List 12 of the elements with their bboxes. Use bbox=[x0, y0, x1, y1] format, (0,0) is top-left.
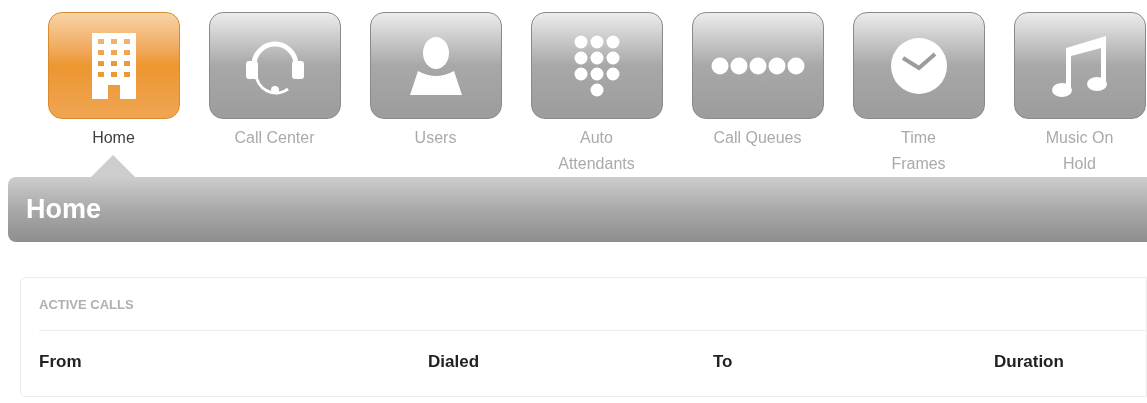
column-header: Dialed bbox=[428, 351, 481, 373]
column-header: To bbox=[713, 351, 734, 373]
building-icon bbox=[91, 32, 136, 99]
music-note-icon bbox=[1051, 33, 1108, 98]
clock-icon bbox=[890, 37, 947, 94]
page-title: Home bbox=[26, 193, 101, 227]
column-header: From bbox=[39, 351, 83, 373]
dots-icon bbox=[710, 56, 805, 75]
column-header: Duration bbox=[994, 351, 1065, 373]
keypad-icon bbox=[573, 34, 620, 97]
person-icon bbox=[409, 36, 462, 95]
section-title: ACTIVE CALLS bbox=[39, 297, 134, 312]
